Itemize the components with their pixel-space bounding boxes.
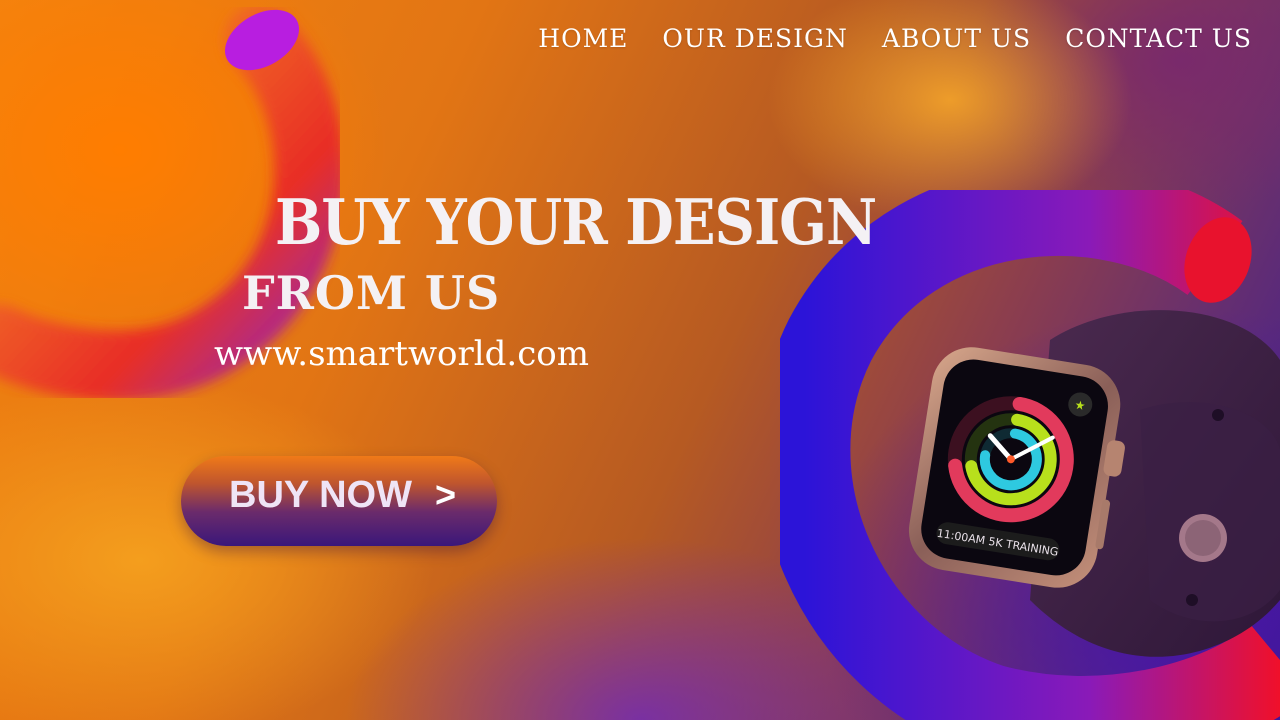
nav-our-design-link[interactable]: OUR DESIGN bbox=[662, 24, 847, 53]
main-navigation: HOME OUR DESIGN ABOUT US CONTACT US bbox=[538, 24, 1252, 53]
running-figure-icon: ★ bbox=[1074, 398, 1087, 414]
nav-contact-us-link[interactable]: CONTACT US bbox=[1065, 24, 1252, 53]
chevron-right-icon: > bbox=[435, 474, 457, 515]
nav-about-us-link[interactable]: ABOUT US bbox=[882, 24, 1031, 53]
headline-line-1: BUY YOUR DESIGN bbox=[275, 186, 877, 260]
smartwatch-image: ★ 11:00AM 5K TRAINING bbox=[908, 310, 1280, 657]
website-url: www.smartworld.com bbox=[214, 334, 589, 374]
buy-now-label: BUY NOW bbox=[229, 474, 412, 516]
headline-line-2: FROM US bbox=[242, 266, 501, 320]
buy-now-button[interactable]: BUY NOW > bbox=[181, 456, 497, 546]
nav-home-link[interactable]: HOME bbox=[538, 24, 628, 53]
